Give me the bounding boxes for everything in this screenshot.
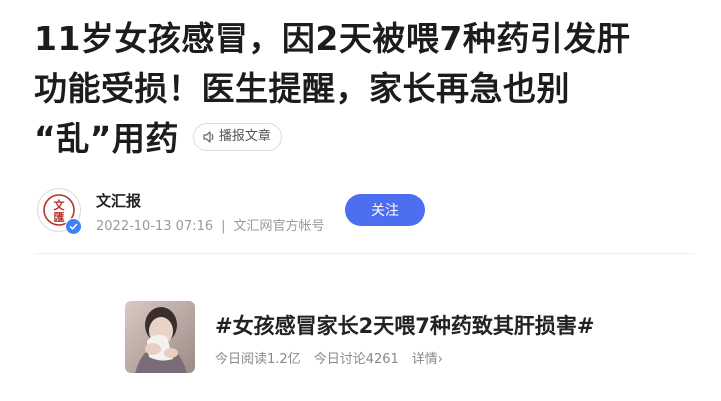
topic-thumbnail-image — [125, 301, 195, 373]
topic-card[interactable]: #女孩感冒家长2天喂7种药致其肝损害# 今日阅读1.2亿 今日讨论4261 详情› — [125, 301, 695, 373]
topic-stats: 今日阅读1.2亿 今日讨论4261 详情› — [215, 348, 456, 367]
listen-article-button[interactable]: 播报文章 — [192, 122, 282, 151]
topic-title[interactable]: #女孩感冒家长2天喂7种药致其肝损害# — [215, 310, 594, 340]
listen-article-label: 播报文章 — [218, 128, 271, 144]
topic-discussions: 今日讨论4261 — [313, 352, 399, 367]
account-type: 文汇网官方帐号 — [233, 219, 325, 234]
logo-text-top: 文 — [54, 198, 66, 212]
topic-detail-link[interactable]: 详情› — [412, 352, 443, 367]
author-name[interactable]: 文汇报 — [96, 190, 141, 211]
author-meta: 2022-10-13 07:16 | 文汇网官方帐号 — [96, 215, 325, 234]
article-title-line-3-text: “乱”用药 — [34, 119, 179, 158]
article-title: 11岁女孩感冒，因2天被喂7种药引发肝 功能受损！医生提醒，家长再急也别 “乱”… — [34, 14, 694, 164]
article-title-line-1: 11岁女孩感冒，因2天被喂7种药引发肝 — [34, 19, 631, 58]
divider — [34, 253, 694, 254]
meta-separator: | — [221, 219, 226, 234]
speaker-icon — [203, 130, 214, 143]
author-avatar[interactable]: 文 匯 — [37, 188, 82, 235]
logo-text-bottom: 匯 — [54, 211, 65, 224]
follow-button[interactable]: 关注 — [345, 194, 425, 226]
article-title-line-2: 功能受损！医生提醒，家长再急也别 — [34, 69, 570, 108]
article-title-line-3: “乱”用药 播报文章 — [34, 114, 694, 164]
verified-badge-icon — [65, 218, 82, 235]
author-bar: 文 匯 文汇报 2022-10-13 07:16 | 文汇网官方帐号 关注 — [37, 188, 697, 236]
topic-reads: 今日阅读1.2亿 — [215, 352, 301, 367]
publish-date: 2022-10-13 07:16 — [96, 219, 214, 234]
